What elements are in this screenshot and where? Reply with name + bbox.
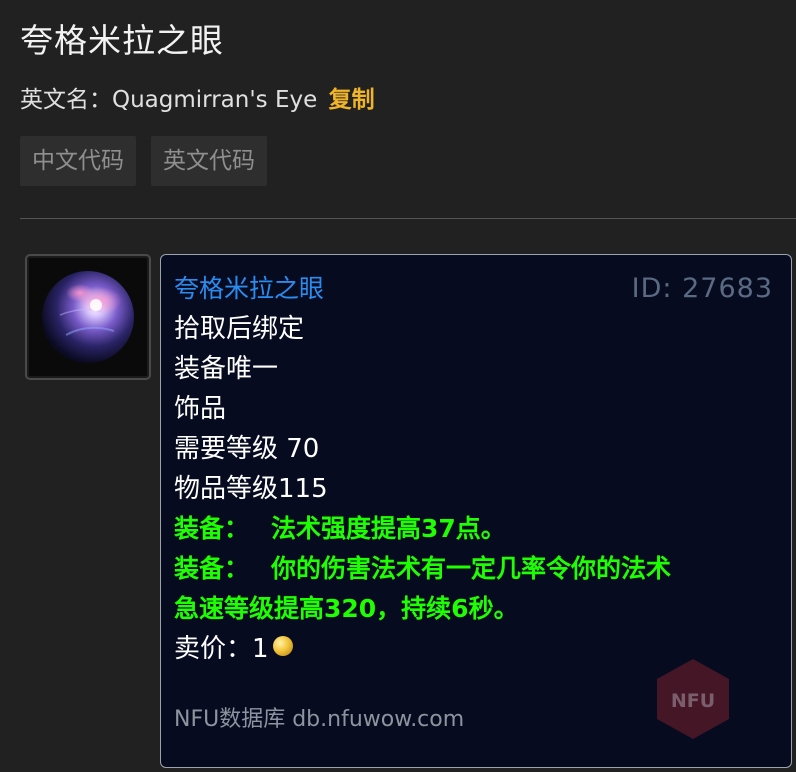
item-icon-frame [25,254,151,380]
tab-chinese-code[interactable]: 中文代码 [20,136,136,186]
divider [20,218,796,219]
item-binding: 拾取后绑定 [174,314,305,344]
page-title: 夸格米拉之眼 [20,21,224,60]
item-unique: 装备唯一 [174,354,279,384]
equip-text: 你的伤害法术有一定几率令你的法术 [271,554,672,583]
english-name-value: Quagmirran's Eye [112,87,318,113]
watermark: NFU数据库 db.nfuwow.com [174,707,465,732]
code-tabs: 中文代码 英文代码 [20,136,267,186]
equip-effect-2: 装备： 你的伤害法术有一定几率令你的法术 [174,549,791,589]
item-tooltip: 夸格米拉之眼 ID: 27683 拾取后绑定 装备唯一 饰品 需要等级 70 物… [160,254,792,768]
purple-eye-orb-icon [42,271,134,363]
equip-effect-1: 装备： 法术强度提高37点。 [174,509,791,549]
nfu-logo-icon: NFU [657,659,729,739]
copy-button[interactable]: 复制 [329,87,375,113]
item-required-level: 需要等级 70 [174,434,320,464]
english-name-label: 英文名： [20,87,112,113]
equip-text: 法术强度提高37点。 [271,514,506,543]
item-slot: 饰品 [174,394,227,424]
equip-effect-2-cont: 急速等级提高320，持续6秒。 [174,594,519,623]
item-id: ID: 27683 [631,273,773,304]
tab-english-code[interactable]: 英文代码 [151,136,267,186]
sell-price-value: 1 [252,634,269,664]
english-name-row: 英文名：Quagmirran's Eye 复制 [20,80,375,114]
sell-price-label: 卖价： [174,634,253,664]
equip-label: 装备： [174,514,250,543]
item-level: 物品等级115 [174,474,328,504]
nfu-logo-text: NFU [671,690,715,712]
gold-coin-icon [272,636,293,656]
equip-label: 装备： [174,554,250,583]
